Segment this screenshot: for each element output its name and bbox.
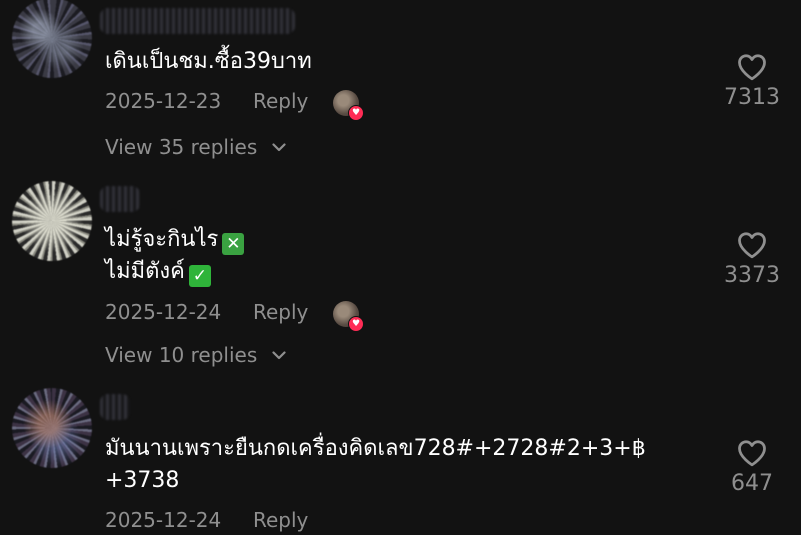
comment-text: เดินเป็นชม.ซื้อ39บาท <box>105 46 312 78</box>
comment-text: ไม่รู้จะกินไร ✕ ไม่มีตังค์ ✓ <box>105 224 245 288</box>
view-replies-button[interactable]: View 10 replies <box>105 341 286 367</box>
avatar[interactable] <box>12 388 92 468</box>
like-control: 7313 <box>700 53 801 110</box>
username-blurred[interactable] <box>100 394 130 420</box>
view-replies-label: View 35 replies <box>105 135 258 159</box>
chevron-down-icon <box>272 133 286 157</box>
username-blurred[interactable] <box>100 8 295 34</box>
reply-button[interactable]: Reply <box>253 300 308 324</box>
like-count: 647 <box>731 471 773 496</box>
avatar[interactable] <box>12 0 92 78</box>
comment-date: 2025-12-23 <box>105 89 222 113</box>
like-count: 3373 <box>724 263 780 288</box>
comment-text-line: ไม่รู้จะกินไร <box>105 227 219 252</box>
heart-outline-icon[interactable] <box>737 231 767 259</box>
creator-liked-avatar: ♥ <box>333 301 364 332</box>
check-mark-emoji: ✓ <box>188 265 211 287</box>
creator-liked-avatar: ♥ <box>333 90 364 121</box>
heart-badge-icon: ♥ <box>348 316 364 332</box>
comment-meta: 2025-12-24 Reply <box>105 508 308 532</box>
like-count: 7313 <box>724 85 780 110</box>
avatar[interactable] <box>12 181 92 261</box>
comment-text: มันนานเพราะยืนกดเครื่องคิดเลข728#+2728#2… <box>105 433 646 497</box>
view-replies-button[interactable]: View 35 replies <box>105 133 286 159</box>
comment-date: 2025-12-24 <box>105 508 222 532</box>
comment-text-line: เดินเป็นชม.ซื้อ39บาท <box>105 49 312 74</box>
username-blurred[interactable] <box>100 186 140 212</box>
reply-button[interactable]: Reply <box>253 508 308 532</box>
comment-meta: 2025-12-23 Reply <box>105 89 308 113</box>
like-control: 3373 <box>700 231 801 288</box>
view-replies-label: View 10 replies <box>105 343 258 367</box>
comment-date: 2025-12-24 <box>105 300 222 324</box>
heart-outline-icon[interactable] <box>737 439 767 467</box>
comment-text-line: มันนานเพราะยืนกดเครื่องคิดเลข728#+2728#2… <box>105 436 646 461</box>
chevron-down-icon <box>272 341 286 365</box>
comment-text-line: +3738 <box>105 468 180 493</box>
comment-text-line: ไม่มีตังค์ <box>105 259 185 284</box>
like-control: 647 <box>700 439 801 496</box>
reply-button[interactable]: Reply <box>253 89 308 113</box>
comments-panel: เดินเป็นชม.ซื้อ39บาท 2025-12-23 Reply ♥ V… <box>0 0 801 535</box>
heart-outline-icon[interactable] <box>737 53 767 81</box>
heart-badge-icon: ♥ <box>348 105 364 121</box>
comment-meta: 2025-12-24 Reply <box>105 300 308 324</box>
cross-mark-emoji: ✕ <box>222 233 245 255</box>
